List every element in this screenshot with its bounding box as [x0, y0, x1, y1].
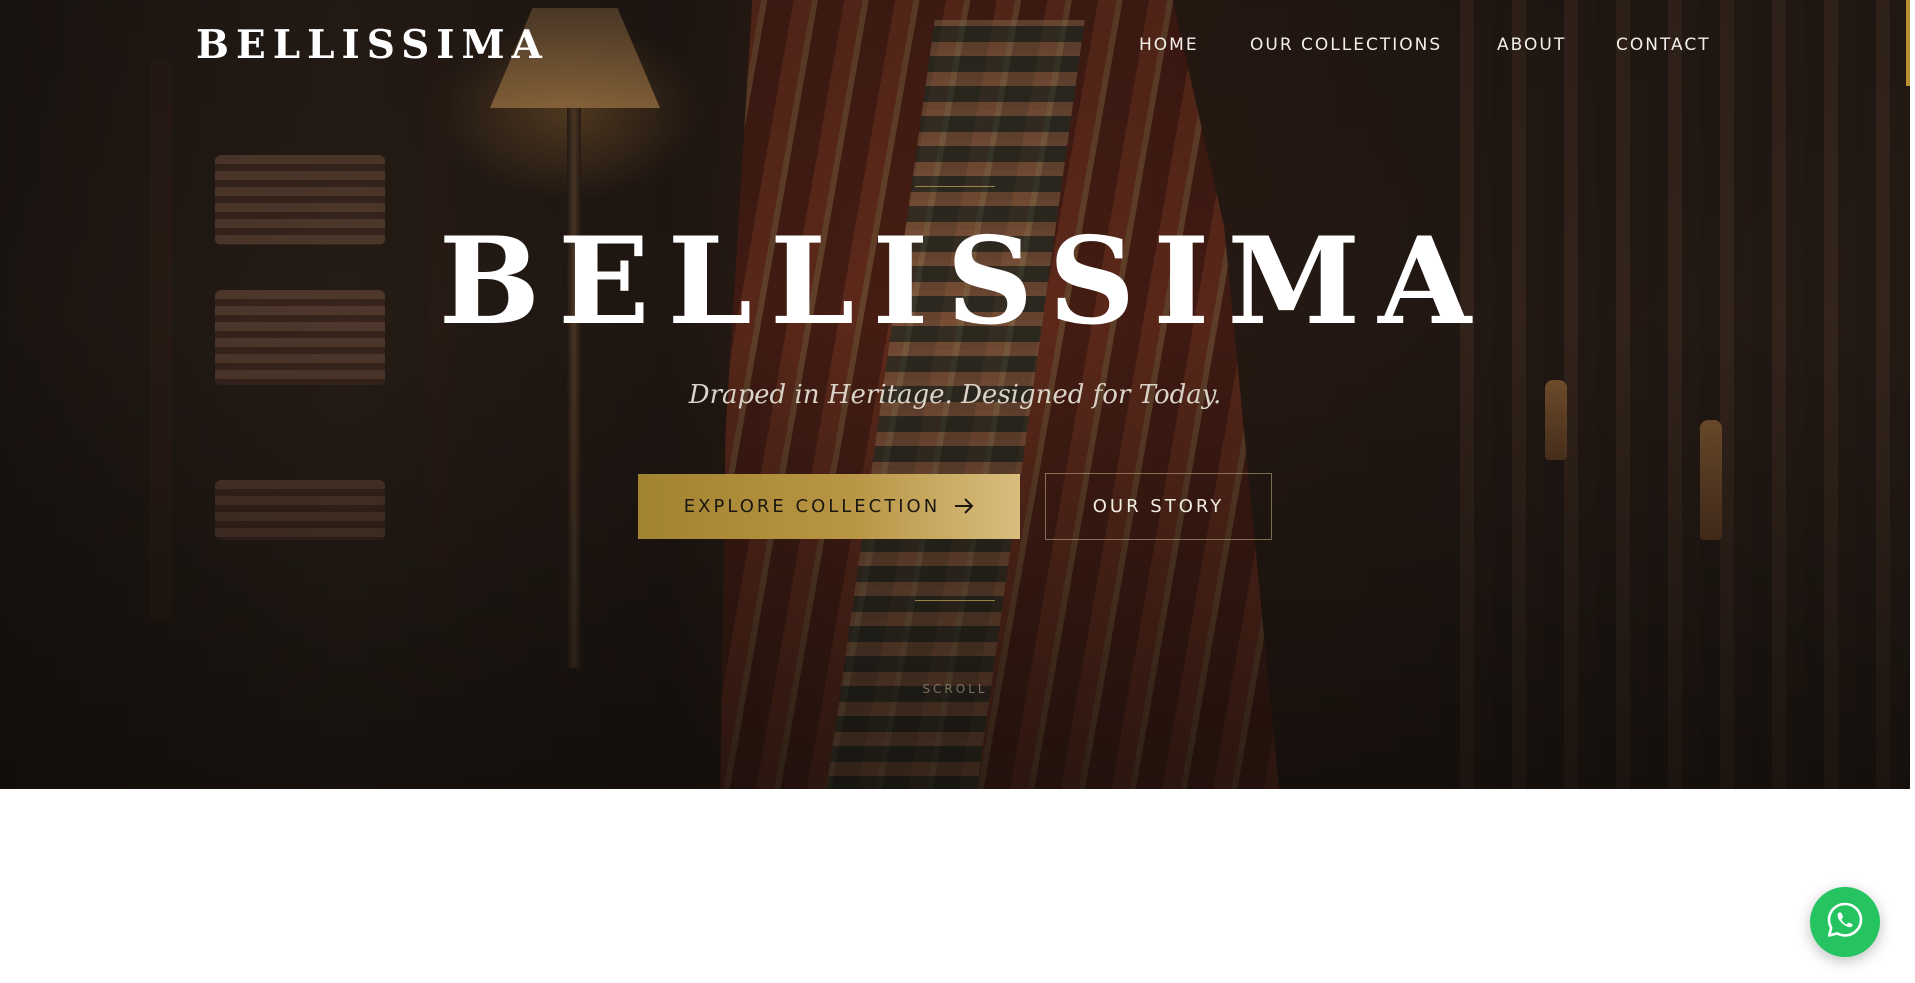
hero-tagline: Draped in Heritage. Designed for Today. [688, 380, 1222, 410]
nav-about[interactable]: ABOUT [1497, 35, 1566, 55]
nav-home[interactable]: HOME [1139, 35, 1199, 55]
nav-our-collections[interactable]: OUR COLLECTIONS [1250, 35, 1442, 55]
site-logo[interactable]: BELLISSIMA [196, 22, 549, 68]
hero-title: BELLISSIMA [438, 211, 1490, 352]
decorative-divider-top [915, 186, 995, 187]
whatsapp-button[interactable] [1810, 887, 1880, 957]
whatsapp-icon [1826, 901, 1864, 944]
decorative-divider-bottom [915, 600, 995, 601]
nav-contact[interactable]: CONTACT [1616, 35, 1711, 55]
scroll-indicator[interactable]: SCROLL [0, 682, 1910, 696]
explore-collection-button[interactable]: EXPLORE COLLECTION [638, 474, 1020, 539]
explore-collection-label: EXPLORE COLLECTION [683, 496, 941, 517]
our-story-button[interactable]: OUR STORY [1045, 473, 1272, 540]
scrollbar-thumb[interactable] [1906, 0, 1910, 86]
arrow-right-icon [954, 495, 974, 519]
hero-section: BELLISSIMA HOME OUR COLLECTIONS ABOUT CO… [0, 0, 1910, 789]
